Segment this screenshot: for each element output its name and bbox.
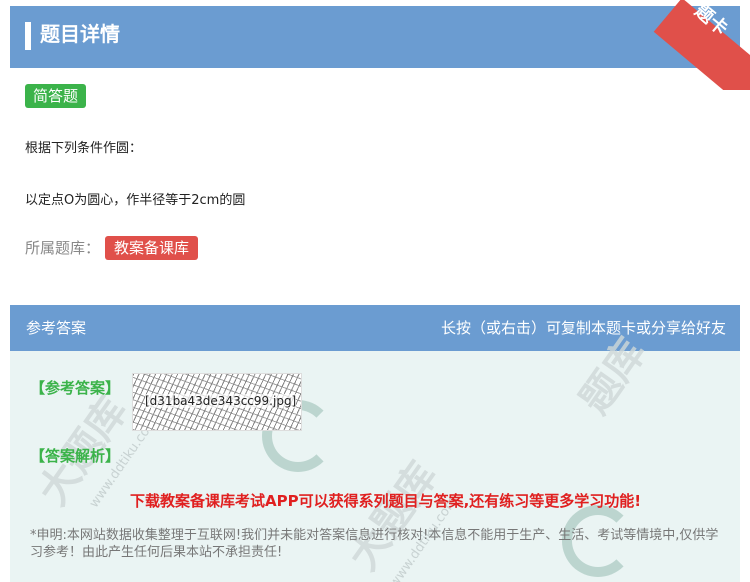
bank-label: 所属题库： — [25, 239, 101, 257]
share-hint: 长按（或右击）可复制本题卡或分享给好友 — [440, 319, 726, 337]
answer-section: 参考答案 长按（或右击）可复制本题卡或分享给好友 大题库 大题库 题库 www.… — [10, 305, 740, 582]
question-type-badge: 简答题 — [25, 84, 87, 108]
header-accent-bar — [25, 22, 31, 50]
corner-ribbon: 题卡 — [650, 0, 750, 90]
answer-image: [d31ba43de343cc99.jpg] — [132, 373, 302, 431]
disclaimer-text: *申明:本网站数据收集整理于互联网!我们并未能对答案信息进行核对!本信息不能用于… — [30, 528, 719, 560]
question-text-line1: 根据下列条件作圆： — [25, 141, 143, 156]
answer-title: 参考答案 — [26, 319, 87, 337]
question-text-line2: 以定点O为圆心，作半径等于2cm的圆 — [25, 193, 246, 208]
question-header: 题目详情 — [10, 6, 740, 68]
question-card: 题目详情 简答题 根据下列条件作圆： 以定点O为圆心，作半径等于2cm的圆 所属… — [10, 6, 740, 268]
app-download-link[interactable]: 下载教案备课库考试APP可以获得系列题目与答案,还有练习等更多学习功能! — [130, 490, 641, 511]
reference-answer-label: 【参考答案】 — [30, 379, 121, 397]
bank-link[interactable]: 教案备课库 — [105, 236, 199, 260]
explanation-label: 【答案解析】 — [30, 447, 121, 465]
answer-image-filename: [d31ba43de343cc99.jpg] — [145, 394, 297, 408]
page-title: 题目详情 — [40, 22, 120, 46]
